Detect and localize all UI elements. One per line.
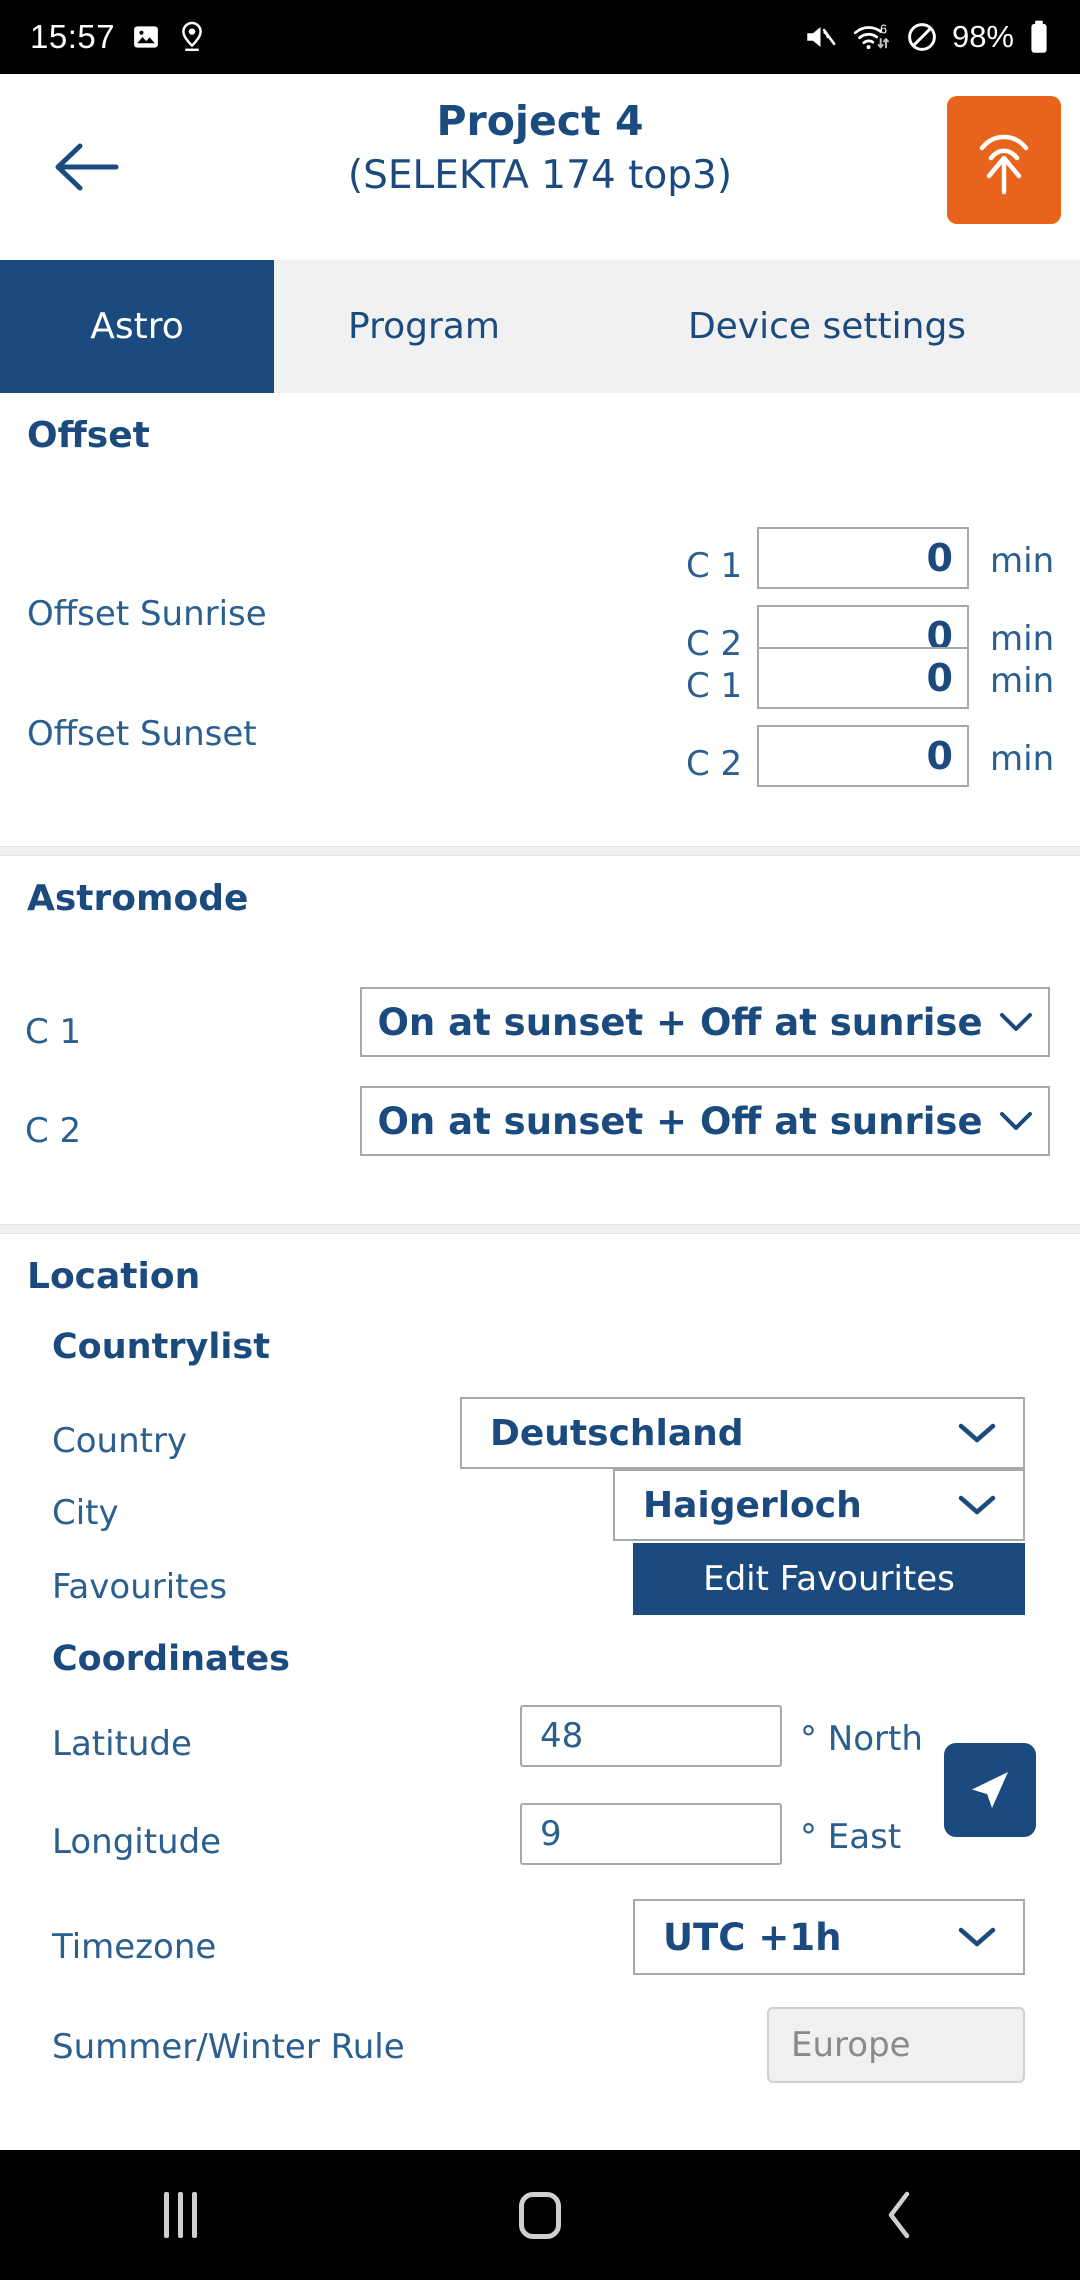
recents-icon <box>163 2192 197 2238</box>
back-arrow-icon <box>55 143 119 191</box>
status-time: 15:57 <box>30 18 116 55</box>
country-dropdown[interactable]: Deutschland <box>460 1397 1025 1469</box>
android-nav-bar <box>0 2150 1080 2280</box>
location-section-title: Location <box>27 1256 201 1297</box>
navigate-icon <box>972 1772 1008 1808</box>
longitude-input[interactable]: 9 <box>520 1803 782 1865</box>
app-screen: 15:57 6 98% Project 4 (SELEKTA 174 top3)… <box>0 0 1080 2280</box>
edit-favourites-button[interactable]: Edit Favourites <box>633 1543 1025 1615</box>
astromode-c2-dropdown[interactable]: On at sunset + Off at sunrise <box>360 1086 1050 1156</box>
nav-home-button[interactable] <box>450 2150 630 2280</box>
offset-section: Offset Offset Sunrise C 1 0 min C 2 0 mi… <box>0 393 1080 846</box>
longitude-label: Longitude <box>52 1822 222 1862</box>
tab-bar: Astro Program Device settings <box>0 260 1080 393</box>
summer-winter-rule-field: Europe <box>767 2007 1025 2083</box>
astromode-c2-value: On at sunset + Off at sunrise <box>377 1099 983 1143</box>
chevron-down-icon <box>999 1011 1033 1033</box>
tab-device-settings[interactable]: Device settings <box>574 260 1080 393</box>
wireless-upload-icon <box>979 134 1029 195</box>
status-bar: 15:57 6 98% <box>0 0 1080 74</box>
scroll-content[interactable]: Offset Offset Sunrise C 1 0 min C 2 0 mi… <box>0 393 1080 2150</box>
status-bar-right: 6 98% <box>804 19 1050 55</box>
status-bar-left: 15:57 <box>30 18 207 56</box>
location-rows: Country Deutschland City Haigerloch Favo… <box>0 1367 1080 2150</box>
astromode-rows: C 1 On at sunset + Off at sunrise C 2 On… <box>0 919 1080 1224</box>
offset-sunrise-c1-unit: min <box>990 541 1055 581</box>
tab-astro[interactable]: Astro <box>0 260 274 393</box>
country-label: Country <box>52 1421 188 1461</box>
chevron-down-icon <box>957 1925 997 1949</box>
do-not-disturb-icon <box>906 21 938 53</box>
latitude-input[interactable]: 48 <box>520 1705 782 1767</box>
latitude-label: Latitude <box>52 1724 192 1764</box>
city-value: Haigerloch <box>643 1484 862 1526</box>
location-section: Location Countrylist Country Deutschland… <box>0 1234 1080 2150</box>
astromode-c1-label: C 1 <box>25 1012 82 1052</box>
battery-icon <box>1028 20 1050 54</box>
astromode-section: Astromode C 1 On at sunset + Off at sunr… <box>0 856 1080 1224</box>
city-dropdown[interactable]: Haigerloch <box>613 1469 1025 1541</box>
latitude-unit: ° North <box>800 1719 923 1759</box>
chevron-down-icon <box>999 1110 1033 1132</box>
summer-winter-rule-label: Summer/Winter Rule <box>52 2027 405 2067</box>
nav-back-button[interactable] <box>810 2150 990 2280</box>
timezone-label: Timezone <box>52 1927 217 1967</box>
timezone-value: UTC +1h <box>663 1915 842 1959</box>
astromode-section-title: Astromode <box>27 878 249 919</box>
chevron-down-icon <box>957 1493 997 1517</box>
back-button[interactable] <box>38 126 134 208</box>
offset-sunset-c1-label: C 1 <box>686 666 743 706</box>
offset-sunrise-c2-label: C 2 <box>686 624 743 664</box>
offset-sunrise-label: Offset Sunrise <box>27 594 267 634</box>
app-header: Project 4 (SELEKTA 174 top3) <box>0 74 1080 260</box>
offset-sunrise-c1-label: C 1 <box>686 546 743 586</box>
offset-sunset-c2-input[interactable]: 0 <box>757 725 969 787</box>
wireless-send-button[interactable] <box>947 96 1061 224</box>
section-divider-2 <box>0 1224 1080 1234</box>
mute-icon <box>804 22 838 52</box>
offset-rows: Offset Sunrise C 1 0 min C 2 0 min Offse… <box>0 456 1080 846</box>
country-value: Deutschland <box>490 1412 744 1454</box>
offset-sunrise-c2-unit: min <box>990 619 1055 659</box>
offset-sunrise-c1-input[interactable]: 0 <box>757 527 969 589</box>
home-icon <box>519 2191 561 2239</box>
tab-program[interactable]: Program <box>274 260 574 393</box>
chevron-down-icon <box>957 1421 997 1445</box>
page-subtitle: (SELEKTA 174 top3) <box>347 153 733 199</box>
image-icon <box>131 22 161 52</box>
astromode-c1-dropdown[interactable]: On at sunset + Off at sunrise <box>360 987 1050 1057</box>
battery-percent: 98% <box>951 19 1014 54</box>
section-divider-1 <box>0 846 1080 856</box>
svg-text:6: 6 <box>880 23 887 37</box>
city-label: City <box>52 1493 119 1533</box>
countrylist-subtitle: Countrylist <box>52 1327 270 1367</box>
page-title-block: Project 4 (SELEKTA 174 top3) <box>170 96 910 202</box>
offset-sunset-c2-label: C 2 <box>686 744 743 784</box>
location-pin-icon <box>177 21 207 53</box>
offset-sunset-c1-input[interactable]: 0 <box>757 647 969 709</box>
offset-sunset-c1-unit: min <box>990 661 1055 701</box>
offset-sunset-label: Offset Sunset <box>27 714 257 754</box>
nav-back-icon <box>888 2191 910 2239</box>
favourites-label: Favourites <box>52 1567 228 1607</box>
offset-section-title: Offset <box>27 415 150 456</box>
nav-recents-button[interactable] <box>90 2150 270 2280</box>
offset-sunset-c2-unit: min <box>990 739 1055 779</box>
timezone-dropdown[interactable]: UTC +1h <box>633 1899 1025 1975</box>
astromode-c1-value: On at sunset + Off at sunrise <box>377 1000 983 1044</box>
astromode-c2-label: C 2 <box>25 1111 82 1151</box>
wifi-6-icon: 6 <box>852 21 892 53</box>
coordinates-subtitle: Coordinates <box>52 1639 290 1679</box>
locate-me-button[interactable] <box>944 1743 1036 1837</box>
page-title: Project 4 <box>436 97 644 145</box>
longitude-unit: ° East <box>800 1817 902 1857</box>
